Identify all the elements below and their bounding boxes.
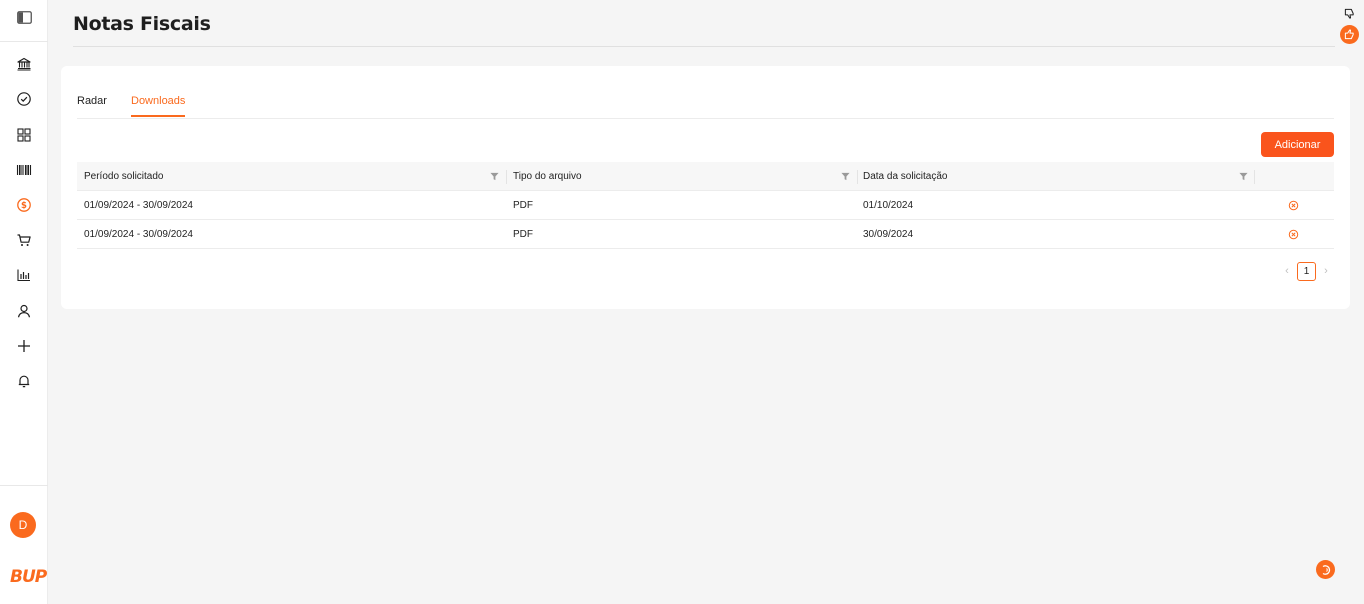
bar-chart-icon[interactable] [13, 264, 35, 286]
bell-icon[interactable] [13, 370, 35, 392]
cell-period: 01/09/2024 - 30/09/2024 [84, 229, 193, 240]
check-circle-icon[interactable] [13, 88, 35, 110]
plus-icon[interactable] [13, 335, 35, 357]
grid-icon[interactable] [13, 124, 35, 146]
tab-downloads[interactable]: Downloads [131, 95, 186, 117]
downloads-card: Radar Downloads Adicionar Período solici… [61, 66, 1350, 309]
bank-icon[interactable] [13, 53, 35, 75]
title-divider [73, 46, 1335, 47]
column-separator [506, 170, 507, 184]
table-header: Período solicitado Tipo do arquivo Data … [77, 162, 1334, 191]
tabs: Radar Downloads [77, 88, 1334, 119]
dollar-circle-icon[interactable]: $ [13, 194, 35, 216]
cell-request-date: 30/09/2024 [863, 229, 914, 240]
column-header-period: Período solicitado [84, 171, 164, 182]
page-number-button[interactable]: 1 [1297, 261, 1316, 281]
filter-icon[interactable] [1238, 171, 1248, 181]
page-title: Notas Fiscais [73, 13, 211, 35]
column-header-file-type: Tipo do arquivo [513, 171, 582, 182]
logo: BUP [10, 567, 47, 587]
column-header-request-date: Data da solicitação [863, 171, 948, 182]
next-page-button[interactable]: › [1319, 261, 1333, 281]
cell-file-type: PDF [513, 200, 533, 211]
pagination: ‹ 1 › [1280, 261, 1333, 281]
downloads-table: Período solicitado Tipo do arquivo Data … [77, 162, 1334, 249]
chat-help-icon[interactable] [1316, 560, 1335, 579]
sidebar-divider-bottom [0, 485, 48, 486]
thumbs-down-icon[interactable] [1342, 6, 1356, 20]
tab-radar[interactable]: Radar [77, 95, 107, 115]
cancel-circle-icon[interactable] [1288, 229, 1299, 240]
thumbs-up-icon[interactable] [1340, 25, 1359, 44]
cell-request-date: 01/10/2024 [863, 200, 914, 211]
cart-icon[interactable] [13, 229, 35, 251]
svg-text:$: $ [21, 201, 27, 211]
cell-file-type: PDF [513, 229, 533, 240]
barcode-icon[interactable] [13, 159, 35, 181]
table-row: 01/09/2024 - 30/09/2024 PDF 30/09/2024 [77, 220, 1334, 249]
filter-icon[interactable] [489, 171, 499, 181]
cancel-circle-icon[interactable] [1288, 200, 1299, 211]
add-button[interactable]: Adicionar [1261, 132, 1334, 157]
avatar-initial: D [18, 518, 28, 532]
cell-period: 01/09/2024 - 30/09/2024 [84, 200, 193, 211]
user-icon[interactable] [13, 300, 35, 322]
sidebar-divider [0, 41, 48, 42]
prev-page-button[interactable]: ‹ [1280, 261, 1294, 281]
sidebar-toggle-icon[interactable] [14, 8, 34, 26]
column-separator [857, 170, 858, 184]
avatar[interactable]: D [10, 512, 36, 538]
filter-icon[interactable] [840, 171, 850, 181]
table-row: 01/09/2024 - 30/09/2024 PDF 01/10/2024 [77, 191, 1334, 220]
sidebar: $ D BUP [0, 0, 48, 604]
column-separator [1254, 170, 1255, 184]
